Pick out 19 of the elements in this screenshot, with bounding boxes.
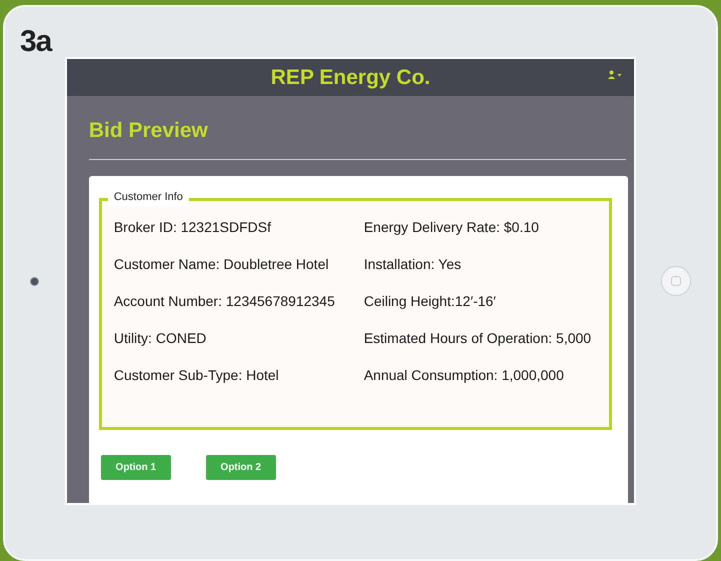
camera-icon — [30, 276, 40, 286]
info-field: Annual Consumption: 1,000,000 — [364, 365, 600, 386]
section-legend: Customer Info — [108, 189, 189, 206]
app-title: REP Energy Co. — [270, 64, 430, 91]
info-field: Customer Sub-Type: Hotel — [114, 365, 364, 386]
info-field: Energy Delivery Rate: $0.10 — [364, 217, 600, 238]
info-field: Estimated Hours of Operation: 5,000 — [364, 328, 600, 350]
user-menu-button[interactable] — [608, 70, 622, 79]
figure-label: 3a — [19, 27, 54, 57]
user-caret-icon — [608, 70, 622, 79]
option-button[interactable]: Option 2 — [206, 455, 276, 480]
info-field: Utility: CONED — [114, 328, 364, 350]
page-title: Bid Preview — [88, 118, 209, 144]
info-field: Broker ID: 12321SDFDSf — [114, 217, 364, 238]
info-field: Ceiling Height:12′-16′ — [364, 291, 600, 312]
option-button[interactable]: Option 1 — [100, 455, 171, 480]
info-field: Installation: Yes — [364, 254, 600, 276]
info-field: Account Number: 12345678912345 — [114, 291, 364, 312]
info-field: Customer Name: Doubletree Hotel — [114, 254, 364, 276]
